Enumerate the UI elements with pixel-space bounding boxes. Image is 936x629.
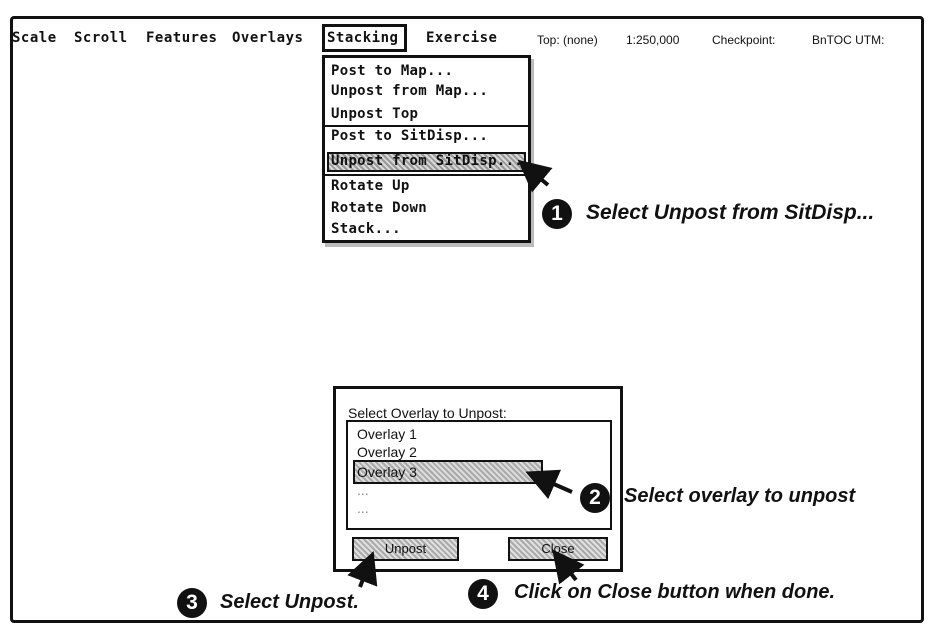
arrow-icon — [552, 549, 585, 585]
pointer-arrows — [347, 159, 585, 588]
arrow-icon — [525, 469, 573, 500]
arrow-icon — [347, 551, 378, 588]
arrow-icon — [517, 159, 553, 193]
